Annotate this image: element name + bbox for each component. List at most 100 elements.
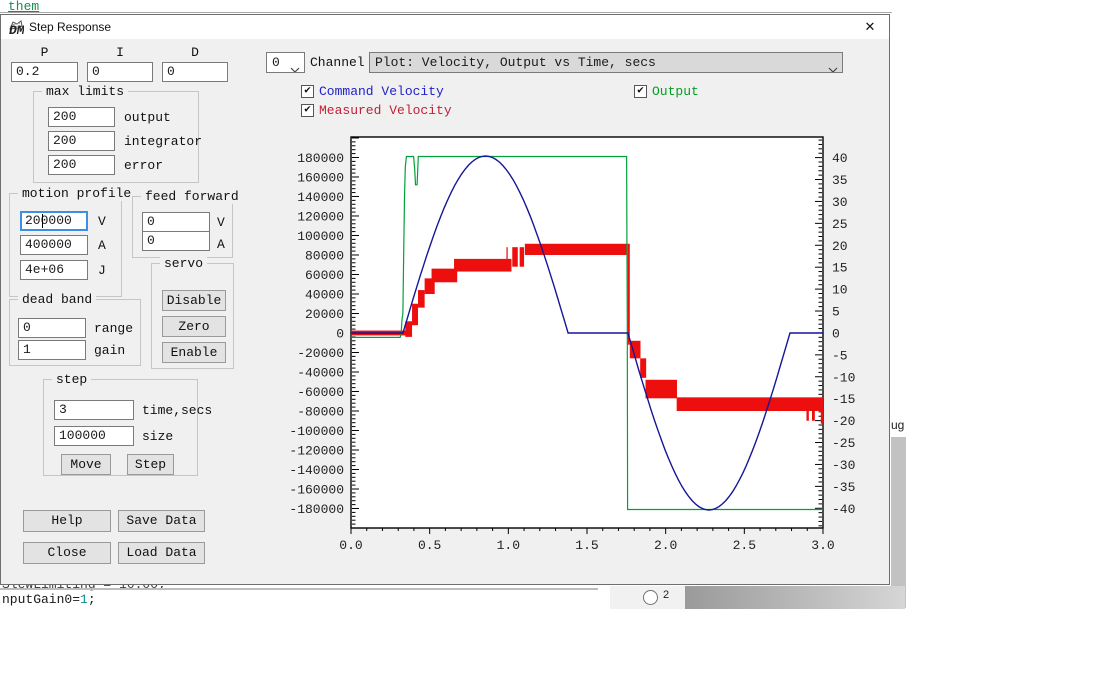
close-icon[interactable]: ✕ xyxy=(857,17,883,37)
svg-text:-60000: -60000 xyxy=(297,385,344,400)
max-integrator-label: integrator xyxy=(124,134,202,149)
background-link[interactable]: them xyxy=(8,0,39,14)
svg-text:-25: -25 xyxy=(832,436,855,451)
ff-accel-field[interactable]: 0 xyxy=(142,231,210,251)
svg-text:-10: -10 xyxy=(832,370,855,385)
ff-velocity-unit: V xyxy=(217,215,225,230)
radio-button[interactable] xyxy=(643,590,658,605)
svg-text:-35: -35 xyxy=(832,480,855,495)
group-title: step xyxy=(52,372,91,387)
svg-text:2.0: 2.0 xyxy=(654,538,677,553)
svg-text:-180000: -180000 xyxy=(289,502,344,517)
code-text: nputGain0= xyxy=(2,592,80,607)
svg-text:80000: 80000 xyxy=(305,248,344,263)
d-field[interactable]: 0 xyxy=(162,62,228,82)
group-title: motion profile xyxy=(18,186,135,201)
step-button[interactable]: Step xyxy=(127,454,174,475)
group-step: step 3 time,secs 100000 size Move Step xyxy=(43,379,198,476)
code-text: ; xyxy=(88,592,96,607)
jerk-field[interactable]: 4e+06 xyxy=(20,260,88,280)
group-max-limits: max limits 200 output 200 integrator 200… xyxy=(33,91,199,183)
svg-text:-80000: -80000 xyxy=(297,404,344,419)
group-dead-band: dead band 0 range 1 gain xyxy=(9,299,141,366)
group-feed-forward: feed forward 0 V 0 A xyxy=(132,196,233,258)
title-bar[interactable]: DM Step Response ✕ xyxy=(1,15,889,39)
svg-text:180000: 180000 xyxy=(297,151,344,166)
app-icon: DM xyxy=(8,19,24,35)
zero-button[interactable]: Zero xyxy=(162,316,226,337)
group-title: max limits xyxy=(42,84,128,99)
background-code-underline xyxy=(0,588,598,590)
svg-text:1.5: 1.5 xyxy=(575,538,598,553)
svg-text:10: 10 xyxy=(832,283,848,298)
plot-select[interactable]: Plot: Velocity, Output vs Time, secs xyxy=(369,52,843,73)
channel-select[interactable]: 0 xyxy=(266,52,305,73)
svg-text:-15: -15 xyxy=(832,392,855,407)
svg-text:3.0: 3.0 xyxy=(811,538,834,553)
deadband-range-field[interactable]: 0 xyxy=(18,318,86,338)
svg-text:-100000: -100000 xyxy=(289,424,344,439)
background-gray-panel xyxy=(891,437,906,608)
acceleration-unit-label: A xyxy=(98,238,106,253)
load-data-button[interactable]: Load Data xyxy=(118,542,205,564)
svg-text:15: 15 xyxy=(832,261,848,276)
plot-select-value: Plot: Velocity, Output vs Time, secs xyxy=(375,55,656,70)
svg-text:-40: -40 xyxy=(832,502,855,517)
max-error-label: error xyxy=(124,158,163,173)
max-error-field[interactable]: 200 xyxy=(48,155,115,175)
jerk-unit-label: J xyxy=(98,263,106,278)
svg-text:60000: 60000 xyxy=(305,268,344,283)
max-integrator-field[interactable]: 200 xyxy=(48,131,115,151)
dialog-title: Step Response xyxy=(29,20,111,34)
group-motion-profile: motion profile 200000 V 400000 A 4e+06 J xyxy=(9,193,122,297)
svg-text:-140000: -140000 xyxy=(289,463,344,478)
save-data-button[interactable]: Save Data xyxy=(118,510,205,532)
svg-text:100000: 100000 xyxy=(297,229,344,244)
d-label: D xyxy=(162,45,228,60)
acceleration-field[interactable]: 400000 xyxy=(20,235,88,255)
svg-text:140000: 140000 xyxy=(297,190,344,205)
svg-text:30: 30 xyxy=(832,195,848,210)
radio-label: 2 xyxy=(663,589,669,601)
svg-text:0: 0 xyxy=(336,326,344,341)
max-output-field[interactable]: 200 xyxy=(48,107,115,127)
svg-text:20000: 20000 xyxy=(305,307,344,322)
svg-text:20: 20 xyxy=(832,239,848,254)
ff-velocity-field[interactable]: 0 xyxy=(142,212,210,232)
close-button[interactable]: Close xyxy=(23,542,111,564)
svg-text:120000: 120000 xyxy=(297,209,344,224)
deadband-gain-field[interactable]: 1 xyxy=(18,340,86,360)
i-field[interactable]: 0 xyxy=(87,62,153,82)
checkbox-icon: ✔ xyxy=(634,85,647,98)
svg-text:-120000: -120000 xyxy=(289,443,344,458)
move-button[interactable]: Move xyxy=(61,454,111,475)
p-label: P xyxy=(11,45,78,60)
svg-text:35: 35 xyxy=(832,173,848,188)
background-toolbar-edge xyxy=(0,12,892,13)
background-debug-button-fragment[interactable]: ug xyxy=(891,415,906,439)
chevron-down-icon xyxy=(828,60,838,73)
velocity-field[interactable]: 200000 xyxy=(20,211,88,231)
svg-text:-160000: -160000 xyxy=(289,482,344,497)
p-field[interactable]: 0.2 xyxy=(11,62,78,82)
background-radio-panel: 2 xyxy=(610,586,685,609)
help-button[interactable]: Help xyxy=(23,510,111,532)
deadband-gain-label: gain xyxy=(94,343,125,358)
svg-text:-5: -5 xyxy=(832,348,848,363)
disable-button[interactable]: Disable xyxy=(162,290,226,311)
svg-text:DM: DM xyxy=(9,23,24,35)
channel-value: 0 xyxy=(272,55,280,70)
i-label: I xyxy=(87,45,153,60)
step-size-field[interactable]: 100000 xyxy=(54,426,134,446)
step-response-chart: -180000 -160000 -140000 -120000 -100000 -8000… xyxy=(281,119,881,561)
ff-accel-unit: A xyxy=(217,237,225,252)
enable-button[interactable]: Enable xyxy=(162,342,226,363)
svg-text:-20: -20 xyxy=(832,414,855,429)
svg-text:0: 0 xyxy=(832,326,840,341)
checkbox-icon: ✔ xyxy=(301,104,314,117)
checkbox-label: Output xyxy=(652,84,699,99)
svg-text:40000: 40000 xyxy=(305,287,344,302)
background-code-line-2: nputGain0=1; xyxy=(2,592,96,607)
step-time-field[interactable]: 3 xyxy=(54,400,134,420)
max-output-label: output xyxy=(124,110,171,125)
